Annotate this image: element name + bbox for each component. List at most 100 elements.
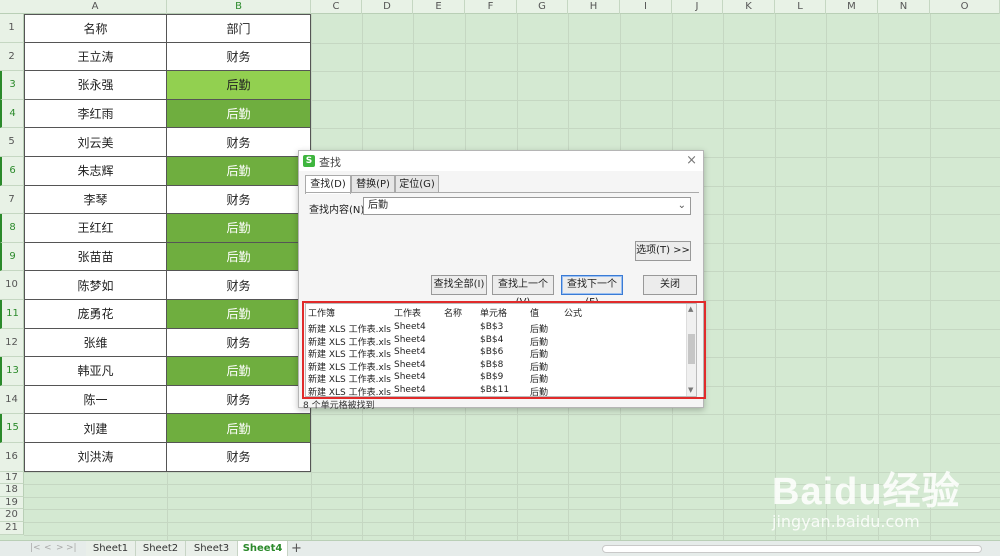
cell-dept[interactable]: 财务 bbox=[167, 128, 311, 157]
cell-dept[interactable]: 财务 bbox=[167, 385, 311, 415]
row-header[interactable]: 16 bbox=[0, 443, 24, 472]
row-header[interactable]: 19 bbox=[0, 496, 24, 510]
cell-name[interactable]: 陈一 bbox=[24, 385, 167, 415]
sheet-tab-2[interactable]: Sheet2 bbox=[136, 541, 186, 556]
cell-header-name[interactable]: 名称 bbox=[24, 14, 167, 43]
row-header[interactable]: 11 bbox=[0, 300, 24, 329]
grid-line-v bbox=[826, 14, 827, 540]
cell-name[interactable]: 李红雨 bbox=[24, 99, 167, 129]
column-header[interactable]: C bbox=[311, 0, 362, 14]
column-header[interactable]: E bbox=[413, 0, 465, 14]
cell-name[interactable]: 王立涛 bbox=[24, 42, 167, 72]
row-header[interactable]: 14 bbox=[0, 385, 24, 415]
find-all-button[interactable]: 查找全部(I) bbox=[431, 275, 487, 295]
cell-name[interactable]: 王红红 bbox=[24, 214, 167, 243]
row-header[interactable]: 13 bbox=[0, 357, 24, 386]
cell-name[interactable]: 刘洪涛 bbox=[24, 443, 167, 472]
grid-line-v bbox=[878, 14, 879, 540]
column-header[interactable]: I bbox=[620, 0, 672, 14]
tab-replace[interactable]: 替换(P) bbox=[351, 175, 395, 193]
next-sheet-icon[interactable]: > bbox=[56, 543, 64, 553]
cell-name[interactable]: 张维 bbox=[24, 328, 167, 358]
cell-name[interactable]: 庞勇花 bbox=[24, 300, 167, 329]
cell-dept[interactable]: 后勤 bbox=[167, 300, 311, 329]
find-previous-button[interactable]: 查找上一个(V) bbox=[492, 275, 554, 308]
row-header[interactable]: 5 bbox=[0, 128, 24, 157]
close-icon[interactable]: × bbox=[686, 153, 697, 168]
sheet-tab-1[interactable]: Sheet1 bbox=[86, 541, 136, 556]
grid-line-v bbox=[775, 14, 776, 540]
cell-name[interactable]: 张苗苗 bbox=[24, 242, 167, 272]
chevron-down-icon[interactable]: ⌄ bbox=[678, 198, 686, 214]
dialog-title: 查找 bbox=[319, 156, 341, 169]
row-header[interactable]: 2 bbox=[0, 42, 24, 72]
row-header[interactable]: 8 bbox=[0, 214, 24, 243]
column-header[interactable]: O bbox=[930, 0, 1000, 14]
column-header[interactable]: G bbox=[517, 0, 568, 14]
column-header[interactable]: L bbox=[775, 0, 826, 14]
cell-dept[interactable]: 财务 bbox=[167, 443, 311, 472]
column-header[interactable]: H bbox=[568, 0, 620, 14]
horizontal-scrollbar[interactable] bbox=[602, 545, 982, 553]
row-header[interactable]: 17 bbox=[0, 471, 24, 485]
close-button[interactable]: 关闭 bbox=[643, 275, 697, 295]
row-header[interactable]: 7 bbox=[0, 185, 24, 215]
cell-dept[interactable]: 后勤 bbox=[167, 357, 311, 386]
options-button[interactable]: 选项(T) >> bbox=[635, 241, 691, 261]
row-header[interactable]: 9 bbox=[0, 242, 24, 272]
cell-name[interactable]: 朱志辉 bbox=[24, 157, 167, 186]
cell-dept[interactable]: 后勤 bbox=[167, 157, 311, 186]
cell-name[interactable]: 张永强 bbox=[24, 71, 167, 100]
row-header[interactable]: 6 bbox=[0, 157, 24, 186]
cell-name[interactable]: 李琴 bbox=[24, 185, 167, 215]
grid-line-h bbox=[24, 509, 1000, 511]
cell-dept[interactable]: 财务 bbox=[167, 271, 311, 300]
column-header[interactable]: M bbox=[826, 0, 878, 14]
cell-name[interactable]: 韩亚凡 bbox=[24, 357, 167, 386]
column-header[interactable]: K bbox=[723, 0, 775, 14]
tab-goto[interactable]: 定位(G) bbox=[395, 175, 439, 193]
column-header[interactable]: A bbox=[24, 0, 167, 14]
dialog-titlebar[interactable]: S 查找 × bbox=[299, 151, 703, 171]
row-header[interactable]: 20 bbox=[0, 509, 24, 522]
column-header[interactable]: F bbox=[465, 0, 517, 14]
sheet-tab-4[interactable]: Sheet4 bbox=[238, 541, 288, 556]
row-header[interactable]: 3 bbox=[0, 71, 24, 100]
add-sheet-icon[interactable]: + bbox=[291, 541, 302, 556]
sheet-bar: |< < > >| Sheet1 Sheet2 Sheet3 Sheet4 + bbox=[0, 540, 1000, 556]
row-header[interactable]: 21 bbox=[0, 522, 24, 535]
grid-line-v bbox=[930, 14, 931, 540]
grid-line-v bbox=[723, 14, 724, 540]
find-next-button[interactable]: 查找下一个(F) bbox=[561, 275, 623, 308]
column-header[interactable]: B bbox=[167, 0, 311, 14]
row-header[interactable]: 18 bbox=[0, 484, 24, 497]
row-header[interactable]: 10 bbox=[0, 271, 24, 300]
cell-dept[interactable]: 后勤 bbox=[167, 414, 311, 443]
cell-dept[interactable]: 财务 bbox=[167, 328, 311, 358]
row-header[interactable]: 12 bbox=[0, 328, 24, 358]
cell-dept[interactable]: 后勤 bbox=[167, 71, 311, 100]
cell-name[interactable]: 刘云美 bbox=[24, 128, 167, 157]
cell-dept[interactable]: 后勤 bbox=[167, 214, 311, 243]
first-sheet-icon[interactable]: |< bbox=[30, 543, 41, 553]
cell-header-dept[interactable]: 部门 bbox=[167, 14, 311, 43]
column-header[interactable]: D bbox=[362, 0, 413, 14]
prev-sheet-icon[interactable]: < bbox=[44, 543, 52, 553]
grid-line-h bbox=[24, 534, 1000, 536]
find-input-value: 后勤 bbox=[368, 200, 388, 211]
cell-dept[interactable]: 财务 bbox=[167, 42, 311, 72]
cell-dept[interactable]: 后勤 bbox=[167, 99, 311, 129]
column-header[interactable]: J bbox=[672, 0, 723, 14]
column-header[interactable]: N bbox=[878, 0, 930, 14]
row-header[interactable]: 15 bbox=[0, 414, 24, 443]
cell-name[interactable]: 刘建 bbox=[24, 414, 167, 443]
cell-name[interactable]: 陈梦如 bbox=[24, 271, 167, 300]
row-header[interactable]: 1 bbox=[0, 14, 24, 43]
cell-dept[interactable]: 财务 bbox=[167, 185, 311, 215]
cell-dept[interactable]: 后勤 bbox=[167, 242, 311, 272]
last-sheet-icon[interactable]: >| bbox=[66, 543, 77, 553]
row-header[interactable]: 4 bbox=[0, 99, 24, 129]
find-input[interactable]: 后勤 ⌄ bbox=[363, 197, 691, 215]
sheet-tab-3[interactable]: Sheet3 bbox=[186, 541, 238, 556]
grid-line-h bbox=[24, 471, 1000, 473]
